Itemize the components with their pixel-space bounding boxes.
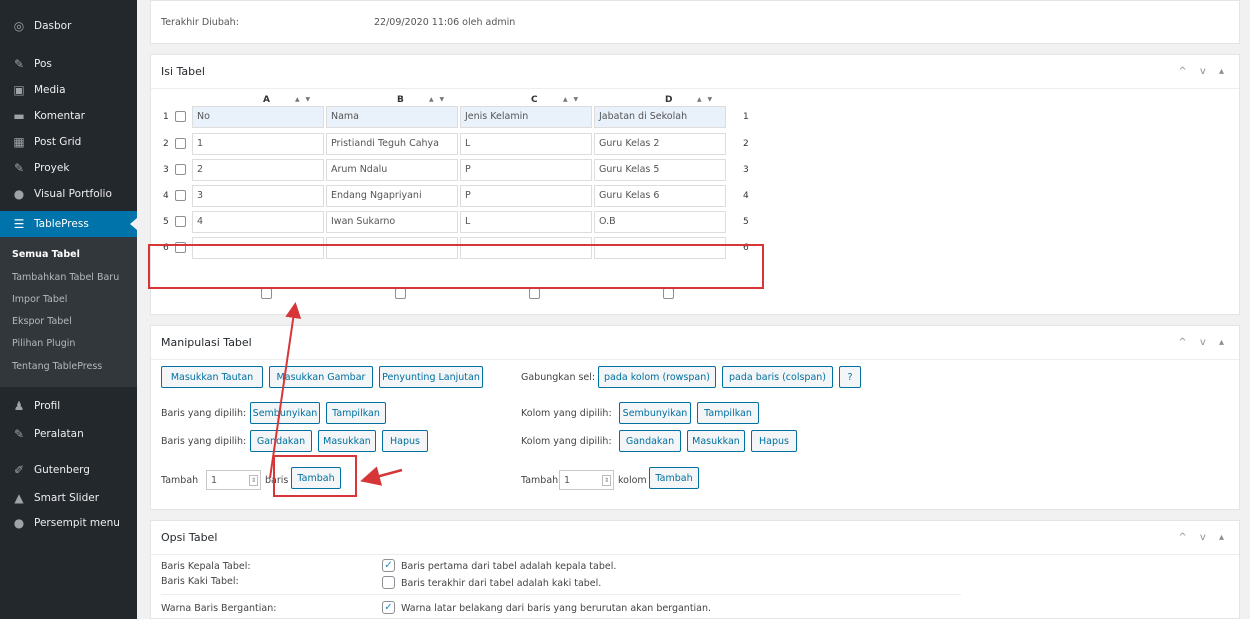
menu-gutenberg[interactable]: ✐ Gutenberg <box>0 458 137 482</box>
submenu-ekspor-tabel[interactable]: Ekspor Tabel <box>12 316 72 327</box>
menu-smart-slider[interactable]: ▲ Smart Slider <box>0 486 137 510</box>
pin-icon: ✎ <box>13 161 25 175</box>
slider-icon: ▲ <box>14 491 24 505</box>
menu-komentar[interactable]: ▬ Komentar <box>0 104 137 128</box>
dashboard-icon: ◎ <box>13 19 25 33</box>
collapse-icon: ● <box>13 516 25 530</box>
pencil-icon: ✐ <box>13 463 25 477</box>
submenu-semua-tabel[interactable]: Semua Tabel <box>12 249 80 260</box>
wrench-icon: ✎ <box>13 427 25 441</box>
menu-media[interactable]: ▣ Media <box>0 78 137 102</box>
menu-proyek[interactable]: ✎ Proyek <box>0 156 137 180</box>
menu-label: Peralatan <box>34 428 84 440</box>
menu-dasbor[interactable]: ◎ Dasbor <box>0 14 137 38</box>
submenu-tentang[interactable]: Tentang TablePress <box>12 361 102 372</box>
menu-label: Dasbor <box>34 20 72 32</box>
grid-icon: ▦ <box>13 135 25 149</box>
submenu-pilihan-plugin[interactable]: Pilihan Plugin <box>12 338 75 349</box>
menu-label: Profil <box>34 400 61 412</box>
portfolio-icon: ● <box>13 187 25 201</box>
media-icon: ▣ <box>13 83 25 97</box>
menu-label: Smart Slider <box>34 492 100 504</box>
annotation-arrows <box>269 302 403 486</box>
tablepress-submenu: Semua Tabel Tambahkan Tabel Baru Impor T… <box>0 237 137 387</box>
comment-icon: ▬ <box>13 109 25 123</box>
menu-label: Proyek <box>34 162 70 174</box>
menu-label: Visual Portfolio <box>34 188 112 200</box>
menu-pos[interactable]: ✎ Pos <box>0 52 137 76</box>
menu-post-grid[interactable]: ▦ Post Grid <box>0 130 137 154</box>
menu-profil[interactable]: ♟ Profil <box>0 394 137 418</box>
menu-tablepress[interactable]: ☰ TablePress <box>0 211 137 237</box>
user-icon: ♟ <box>13 399 25 413</box>
arrow-left-icon <box>360 466 403 486</box>
menu-label: Post Grid <box>34 136 82 148</box>
menu-label: Komentar <box>34 110 85 122</box>
collapse-menu[interactable]: ● Persempit menu <box>0 511 137 535</box>
menu-peralatan[interactable]: ✎ Peralatan <box>0 422 137 446</box>
menu-visual-portfolio[interactable]: ● Visual Portfolio <box>0 182 137 206</box>
submenu-impor-tabel[interactable]: Impor Tabel <box>12 294 67 305</box>
table-icon: ☰ <box>13 217 25 231</box>
menu-label: Media <box>34 84 66 96</box>
menu-label: Pos <box>34 58 52 70</box>
main-content: Terakhir Diubah: 22/09/2020 11:06 oleh a… <box>137 0 1250 619</box>
admin-sidebar: ◎ Dasbor ✎ Pos ▣ Media ▬ Komentar ▦ Post Grid… <box>0 0 137 619</box>
submenu-tambahkan-tabel[interactable]: Tambahkan Tabel Baru <box>12 272 119 283</box>
arrow-up-icon <box>269 302 302 479</box>
menu-label: Gutenberg <box>34 464 90 476</box>
menu-label: Persempit menu <box>34 517 120 529</box>
pin-icon: ✎ <box>13 57 25 71</box>
menu-label: TablePress <box>34 218 89 230</box>
